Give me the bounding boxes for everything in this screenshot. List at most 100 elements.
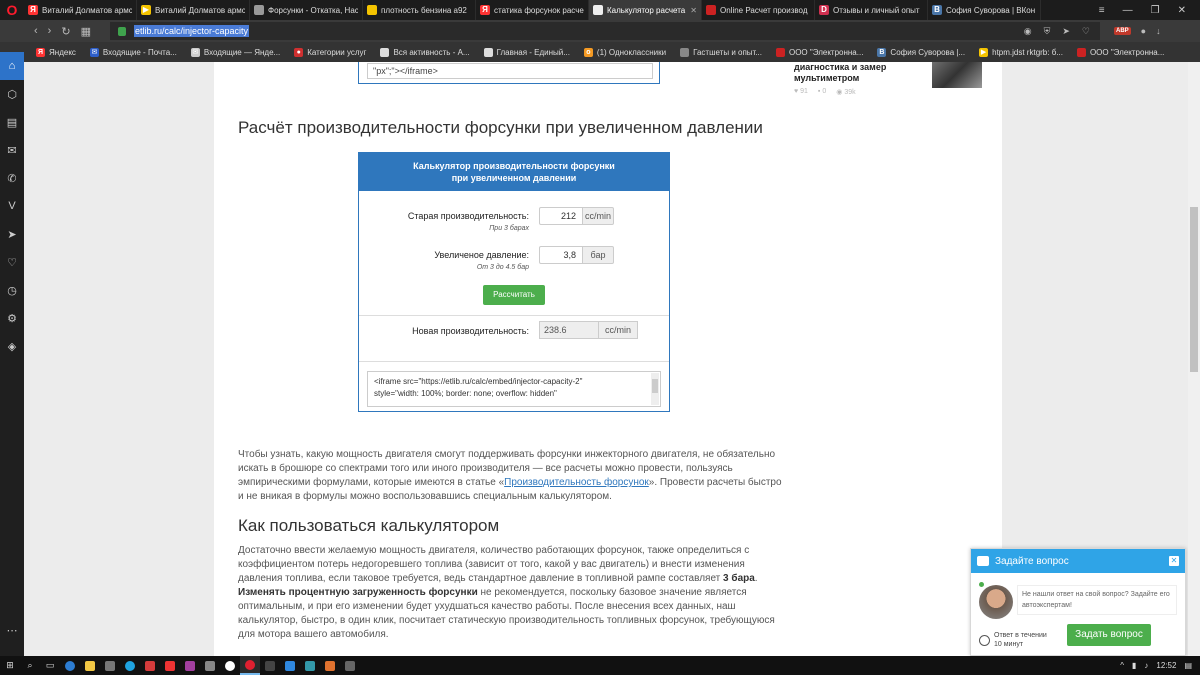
related-article-thumbnail[interactable]: [932, 62, 982, 88]
scrollbar-thumb[interactable]: [1190, 207, 1198, 372]
sidebar-extension-icon[interactable]: ◈: [0, 332, 24, 360]
clock-time[interactable]: 12:52: [1156, 661, 1176, 670]
sidebar-whatsapp-icon[interactable]: ✆: [0, 164, 24, 192]
tab-5[interactable]: Калькулятор расчета пр ✕: [589, 0, 702, 20]
tab-0[interactable]: Я Виталий Долматов армс: [24, 0, 137, 20]
explorer-icon[interactable]: [80, 656, 100, 675]
chat-message: Не нашли ответ на свой вопрос? Задайте е…: [1017, 585, 1177, 615]
injector-capacity-link[interactable]: Производительность форсунок: [504, 477, 649, 488]
task-view-icon[interactable]: ▭: [40, 656, 60, 675]
account-icon[interactable]: ●: [1141, 26, 1146, 36]
bookmark-1[interactable]: ✉ Входящие - Почта...: [89, 47, 177, 57]
network-icon[interactable]: ▮: [1132, 661, 1136, 670]
related-article-title[interactable]: диагностика и замер мультиметром: [794, 62, 924, 84]
edge-icon[interactable]: [60, 656, 80, 675]
bookmark-10[interactable]: ▶ htpm.jdst rktgrb: б...: [979, 47, 1063, 57]
url-field[interactable]: etlib.ru/calc/injector-capacity ◉ ⛨ ➤ ♡: [110, 22, 1100, 40]
tab-6[interactable]: Online Расчет производ: [702, 0, 815, 20]
bookmark-8[interactable]: ООО "Электронна...: [775, 47, 863, 57]
search-icon[interactable]: ⌕: [20, 656, 40, 675]
sidebar-more-icon[interactable]: ⋯: [0, 616, 24, 644]
bookmark-6[interactable]: о (1) Одноклассники: [583, 47, 666, 57]
send-icon[interactable]: ➤: [1062, 26, 1070, 37]
tab-2[interactable]: Форсунки - Откатка, Нас: [250, 0, 363, 20]
tab-4[interactable]: Ястатика форсунок расче: [476, 0, 589, 20]
close-window-icon[interactable]: ✕: [1178, 5, 1186, 16]
app-icon-dark[interactable]: [260, 656, 280, 675]
download-icon[interactable]: ↓: [1156, 26, 1161, 36]
bookmark-9[interactable]: В София Суворова |...: [877, 47, 965, 57]
tab-close-icon[interactable]: ✕: [690, 6, 697, 15]
yandex-browser-icon[interactable]: [220, 656, 240, 675]
tab-title: плотность бензина а92: [381, 5, 467, 15]
old-capacity-input[interactable]: 212: [539, 207, 583, 225]
notifications-icon[interactable]: ▤: [1184, 661, 1192, 670]
tab-3[interactable]: плотность бензина а92: [363, 0, 476, 20]
forward-icon[interactable]: ›: [48, 25, 52, 38]
calculate-button[interactable]: Рассчитать: [483, 285, 545, 305]
bookmark-2[interactable]: ✉ Входящие — Янде...: [190, 47, 280, 57]
url-text[interactable]: etlib.ru/calc/injector-capacity: [134, 25, 250, 37]
tab-7[interactable]: D Отзывы и личный опыт: [815, 0, 928, 20]
tab-title: Форсунки - Откатка, Нас: [268, 5, 358, 15]
ask-question-button[interactable]: Задать вопрос: [1067, 624, 1151, 646]
sidebar-messenger-icon[interactable]: ✉: [0, 136, 24, 164]
reload-icon[interactable]: ↻: [61, 25, 70, 38]
tab-search-icon[interactable]: ≡: [1099, 5, 1105, 16]
bookmark-4[interactable]: Вся активность - А...: [380, 47, 470, 57]
app-icon-orange[interactable]: [320, 656, 340, 675]
heart-icon[interactable]: ♡: [1082, 26, 1090, 37]
minimize-icon[interactable]: —: [1123, 5, 1133, 16]
maximize-icon[interactable]: ❐: [1151, 5, 1160, 16]
yandex-taskbar-icon[interactable]: [160, 656, 180, 675]
sidebar-send-icon[interactable]: ➤: [0, 220, 24, 248]
tray-chevron-icon[interactable]: ^: [1120, 661, 1124, 670]
back-icon[interactable]: ‹: [34, 25, 38, 38]
injector-calculator: Калькулятор производительности форсунки …: [358, 152, 670, 412]
previous-embed-code[interactable]: "px";"></iframe>: [367, 63, 653, 79]
tab-1[interactable]: ▶ Виталий Долматов армс: [137, 0, 250, 20]
bookmark-label: Входящие - Почта...: [102, 47, 177, 57]
adblock-icon[interactable]: ABP: [1114, 27, 1131, 35]
close-icon[interactable]: ✕: [1169, 556, 1179, 566]
sidebar-newspaper-icon[interactable]: ▤: [0, 108, 24, 136]
app-icon-red[interactable]: [140, 656, 160, 675]
sidebar-history-icon[interactable]: ◷: [0, 276, 24, 304]
store-icon[interactable]: [100, 656, 120, 675]
opera-taskbar-icon[interactable]: [240, 656, 260, 675]
sidebar-cube-icon[interactable]: ⬡: [0, 80, 24, 108]
bookmark-label: Главная - Единый...: [496, 47, 570, 57]
bookmark-11[interactable]: ООО "Электронна...: [1076, 47, 1164, 57]
bookmark-favicon-icon: [380, 47, 390, 57]
lock-icon[interactable]: [118, 26, 126, 36]
sidebar-home-icon[interactable]: ⌂: [0, 52, 24, 80]
camera-icon[interactable]: ◉: [1024, 26, 1032, 37]
app-icon-teal[interactable]: [300, 656, 320, 675]
play-icon: ▶: [141, 5, 151, 15]
bookmark-3[interactable]: ● Категории услуг: [294, 47, 366, 57]
speed-dial-icon[interactable]: ▦: [81, 25, 91, 38]
windows-start-icon[interactable]: ⊞: [0, 656, 20, 675]
volume-icon[interactable]: ♪: [1144, 661, 1148, 670]
sidebar-heart-icon[interactable]: ♡: [0, 248, 24, 276]
opera-menu-icon[interactable]: O: [0, 0, 24, 20]
tab-8[interactable]: В София Суворова | ВКон: [928, 0, 1041, 20]
embed-code-textarea[interactable]: <iframe src="https://etlib.ru/calc/embed…: [367, 371, 661, 407]
sidebar-settings-icon[interactable]: ⚙: [0, 304, 24, 332]
bookmark-5[interactable]: Главная - Единый...: [483, 47, 570, 57]
downloads-icon[interactable]: [280, 656, 300, 675]
calculator-app-icon[interactable]: [340, 656, 360, 675]
related-article[interactable]: диагностика и замер мультиметром ♥ 91 ▪ …: [794, 62, 984, 102]
tab-title: статика форсунок расче: [494, 5, 584, 15]
app-icon-purple[interactable]: [180, 656, 200, 675]
pressure-input[interactable]: 3,8: [539, 246, 583, 264]
vpn-shield-icon[interactable]: ⛨: [1044, 26, 1051, 37]
chat-header[interactable]: Задайте вопрос ✕: [971, 549, 1185, 573]
page-scrollbar[interactable]: [1188, 62, 1200, 656]
app-icon-gray[interactable]: [200, 656, 220, 675]
sidebar-vk-icon[interactable]: V: [0, 192, 24, 220]
bookmark-0[interactable]: Я Яндекс: [36, 47, 76, 57]
skype-icon[interactable]: [120, 656, 140, 675]
bookmark-7[interactable]: Гастшеты и опыт...: [680, 47, 762, 57]
embed-scrollbar[interactable]: [651, 373, 659, 405]
